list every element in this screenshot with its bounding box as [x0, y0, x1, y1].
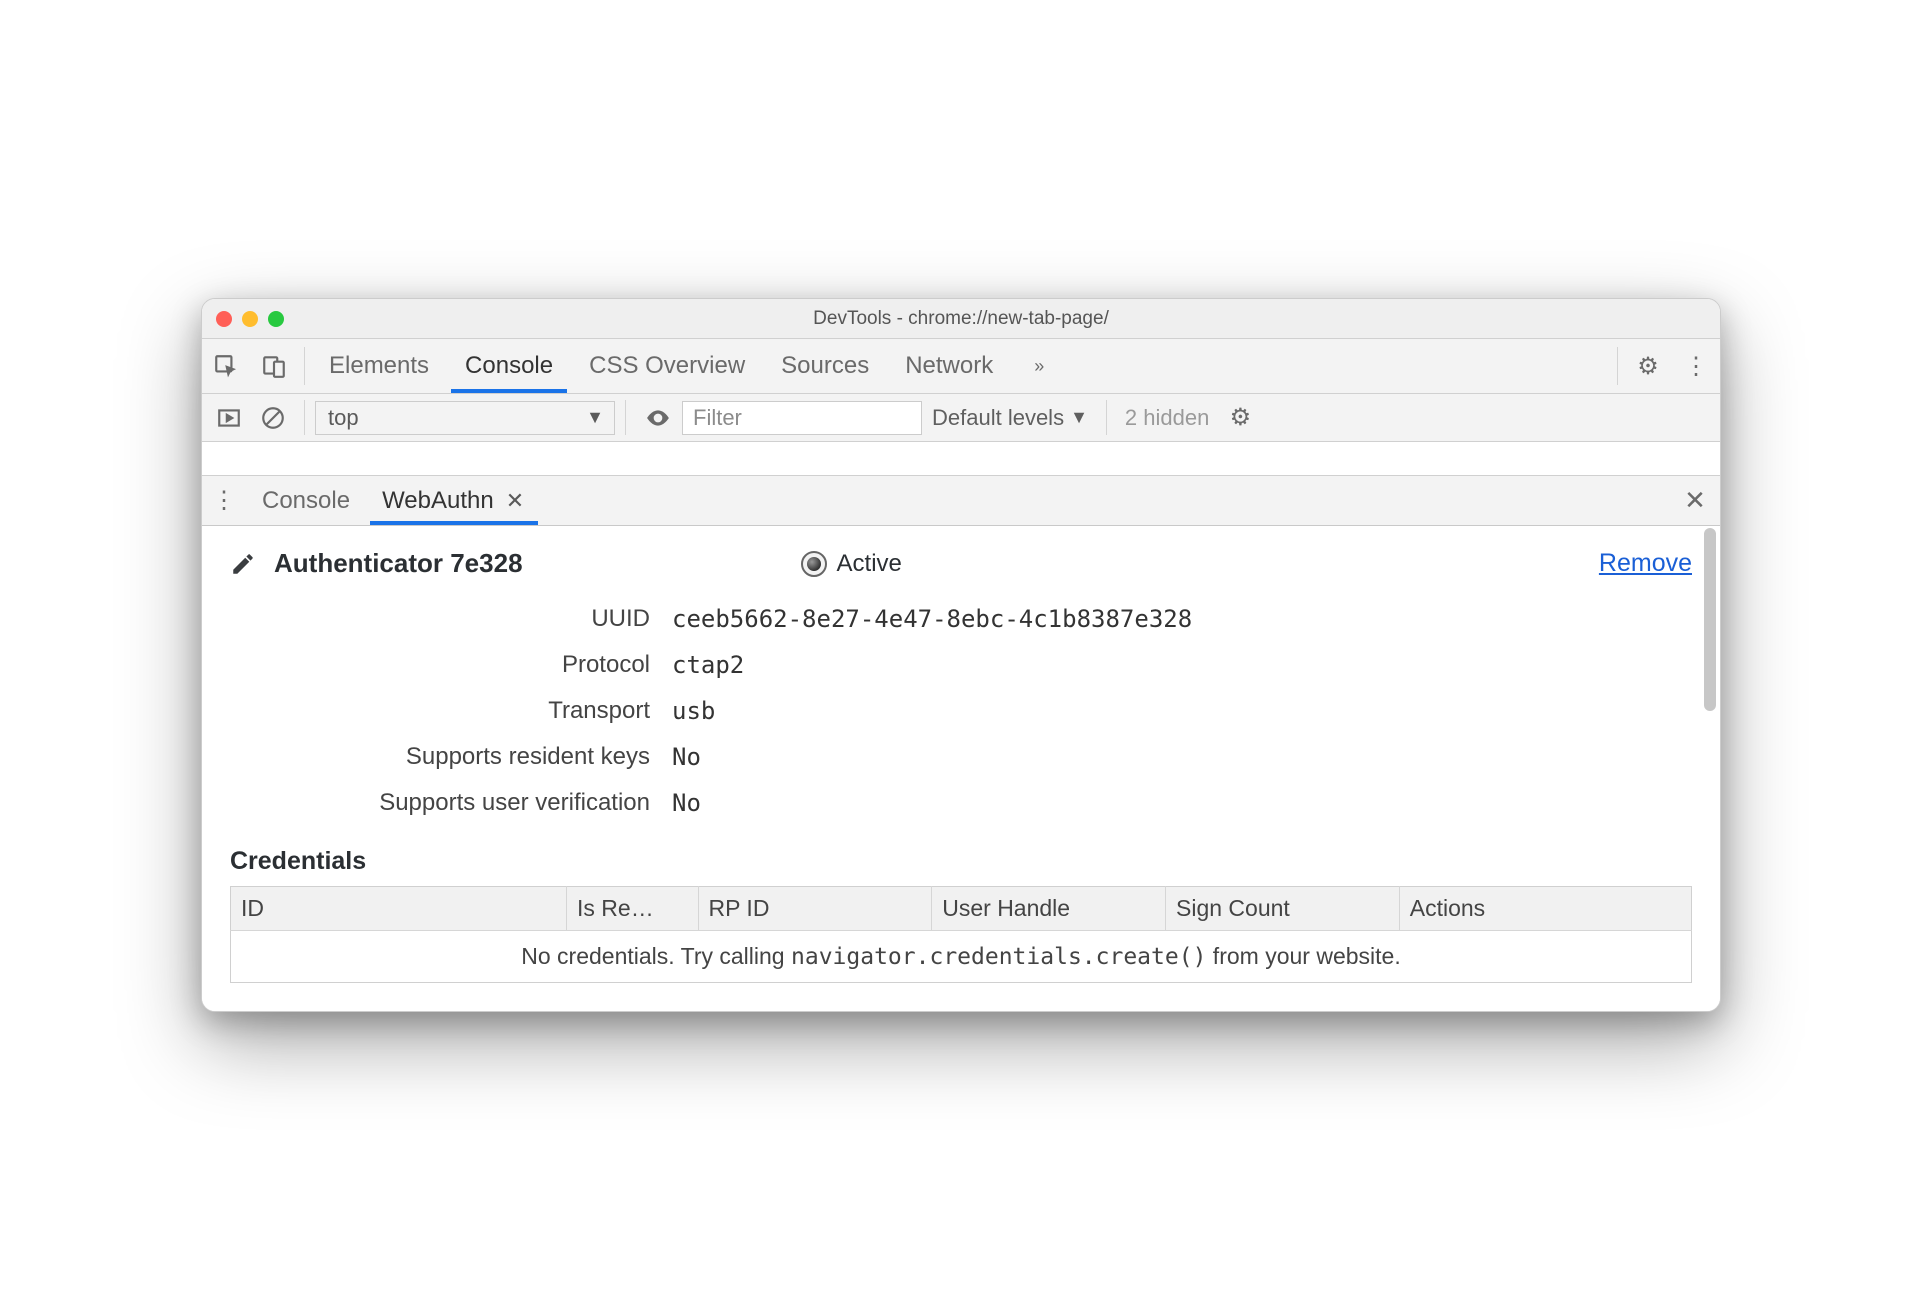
chevron-down-icon: ▼: [586, 407, 604, 428]
protocol-label: Protocol: [230, 651, 650, 679]
chevron-double-right-icon: »: [1034, 356, 1044, 377]
tab-label: Sources: [781, 352, 869, 380]
tab-sources[interactable]: Sources: [763, 339, 887, 393]
clear-console-icon[interactable]: [252, 405, 294, 431]
close-tab-icon[interactable]: ✕: [504, 488, 526, 514]
drawer-tab-console[interactable]: Console: [246, 476, 366, 525]
uv-value: No: [672, 789, 1692, 817]
col-is-resident[interactable]: Is Re…: [567, 887, 698, 931]
drawer-header: ⋮ Console WebAuthn ✕ ✕: [202, 476, 1720, 526]
levels-label: Default levels: [932, 405, 1064, 431]
context-value: top: [328, 405, 359, 431]
filter-input[interactable]: [682, 401, 922, 435]
titlebar: DevTools - chrome://new-tab-page/: [202, 299, 1720, 339]
transport-value: usb: [672, 697, 1692, 725]
window-close-button[interactable]: [216, 311, 232, 327]
drawer-menu-button[interactable]: ⋮: [202, 476, 246, 525]
radio-icon: [801, 551, 827, 577]
transport-label: Transport: [230, 697, 650, 725]
divider: [1106, 400, 1107, 435]
console-body-strip: [202, 442, 1720, 476]
uuid-label: UUID: [230, 605, 650, 633]
credentials-table: ID Is Re… RP ID User Handle Sign Count A…: [230, 886, 1692, 983]
table-header-row: ID Is Re… RP ID User Handle Sign Count A…: [231, 887, 1692, 931]
context-selector[interactable]: top ▼: [315, 401, 615, 435]
settings-button[interactable]: ⚙: [1624, 339, 1672, 393]
tab-label: Console: [465, 352, 553, 380]
window-zoom-button[interactable]: [268, 311, 284, 327]
console-settings-button[interactable]: ⚙: [1219, 403, 1261, 432]
credentials-heading: Credentials: [230, 847, 1692, 876]
tab-label: Network: [905, 352, 993, 380]
empty-code: navigator.credentials.create(): [791, 944, 1206, 970]
live-expression-icon[interactable]: [636, 405, 680, 431]
webauthn-panel: Authenticator 7e328 Active Remove UUID c…: [202, 526, 1720, 1011]
gear-icon: ⚙: [1637, 352, 1659, 381]
window-minimize-button[interactable]: [242, 311, 258, 327]
main-toolbar: Elements Console CSS Overview Sources Ne…: [202, 339, 1720, 394]
col-rp-id[interactable]: RP ID: [698, 887, 932, 931]
tab-console[interactable]: Console: [447, 339, 571, 393]
authenticator-header: Authenticator 7e328 Active Remove: [230, 548, 1692, 579]
protocol-value: ctap2: [672, 651, 1692, 679]
remove-link[interactable]: Remove: [1599, 549, 1692, 578]
empty-suffix: from your website.: [1206, 943, 1400, 969]
uv-label: Supports user verification: [230, 789, 650, 817]
table-empty-row: No credentials. Try calling navigator.cr…: [231, 931, 1692, 983]
gear-icon: ⚙: [1230, 403, 1252, 432]
console-toolbar: top ▼ Default levels ▼ 2 hidden ⚙: [202, 394, 1720, 442]
resident-value: No: [672, 743, 1692, 771]
toggle-sidebar-icon[interactable]: [208, 405, 250, 431]
kebab-icon: ⋮: [212, 486, 236, 515]
divider: [625, 400, 626, 435]
divider: [304, 400, 305, 435]
tab-network[interactable]: Network: [887, 339, 1011, 393]
tab-elements[interactable]: Elements: [311, 339, 447, 393]
chevron-down-icon: ▼: [1070, 407, 1088, 428]
edit-icon[interactable]: [230, 551, 256, 577]
active-label: Active: [837, 550, 902, 578]
close-drawer-button[interactable]: ✕: [1670, 476, 1720, 525]
divider: [304, 347, 305, 385]
log-levels-selector[interactable]: Default levels ▼: [924, 405, 1096, 431]
tab-label: CSS Overview: [589, 352, 745, 380]
col-id[interactable]: ID: [231, 887, 567, 931]
tab-css-overview[interactable]: CSS Overview: [571, 339, 763, 393]
vertical-scrollbar[interactable]: [1704, 528, 1716, 1009]
scrollbar-thumb[interactable]: [1704, 528, 1716, 711]
window-controls: [216, 311, 284, 327]
col-user-handle[interactable]: User Handle: [932, 887, 1166, 931]
more-menu-button[interactable]: ⋮: [1672, 339, 1720, 393]
devtools-window: DevTools - chrome://new-tab-page/ Elemen…: [201, 298, 1721, 1012]
col-sign-count[interactable]: Sign Count: [1166, 887, 1400, 931]
window-title: DevTools - chrome://new-tab-page/: [216, 308, 1706, 330]
kebab-icon: ⋮: [1684, 352, 1708, 381]
tab-label: Elements: [329, 352, 429, 380]
hidden-count: 2 hidden: [1125, 405, 1209, 431]
col-actions[interactable]: Actions: [1399, 887, 1691, 931]
toggle-device-icon[interactable]: [250, 339, 298, 393]
tab-label: Console: [262, 487, 350, 515]
empty-prefix: No credentials. Try calling: [521, 943, 791, 969]
divider: [1617, 347, 1618, 385]
close-icon: ✕: [1684, 485, 1706, 516]
uuid-value: ceeb5662-8e27-4e47-8ebc-4c1b8387e328: [672, 605, 1692, 633]
hidden-messages[interactable]: 2 hidden: [1117, 405, 1217, 431]
authenticator-title: Authenticator 7e328: [274, 548, 523, 579]
drawer-tab-webauthn[interactable]: WebAuthn ✕: [366, 476, 542, 525]
inspect-element-icon[interactable]: [202, 339, 250, 393]
resident-label: Supports resident keys: [230, 743, 650, 771]
active-radio[interactable]: Active: [801, 550, 902, 578]
authenticator-properties: UUID ceeb5662-8e27-4e47-8ebc-4c1b8387e32…: [230, 605, 1692, 817]
tab-label: WebAuthn: [382, 487, 494, 515]
more-tabs-icon[interactable]: »: [1011, 339, 1067, 393]
